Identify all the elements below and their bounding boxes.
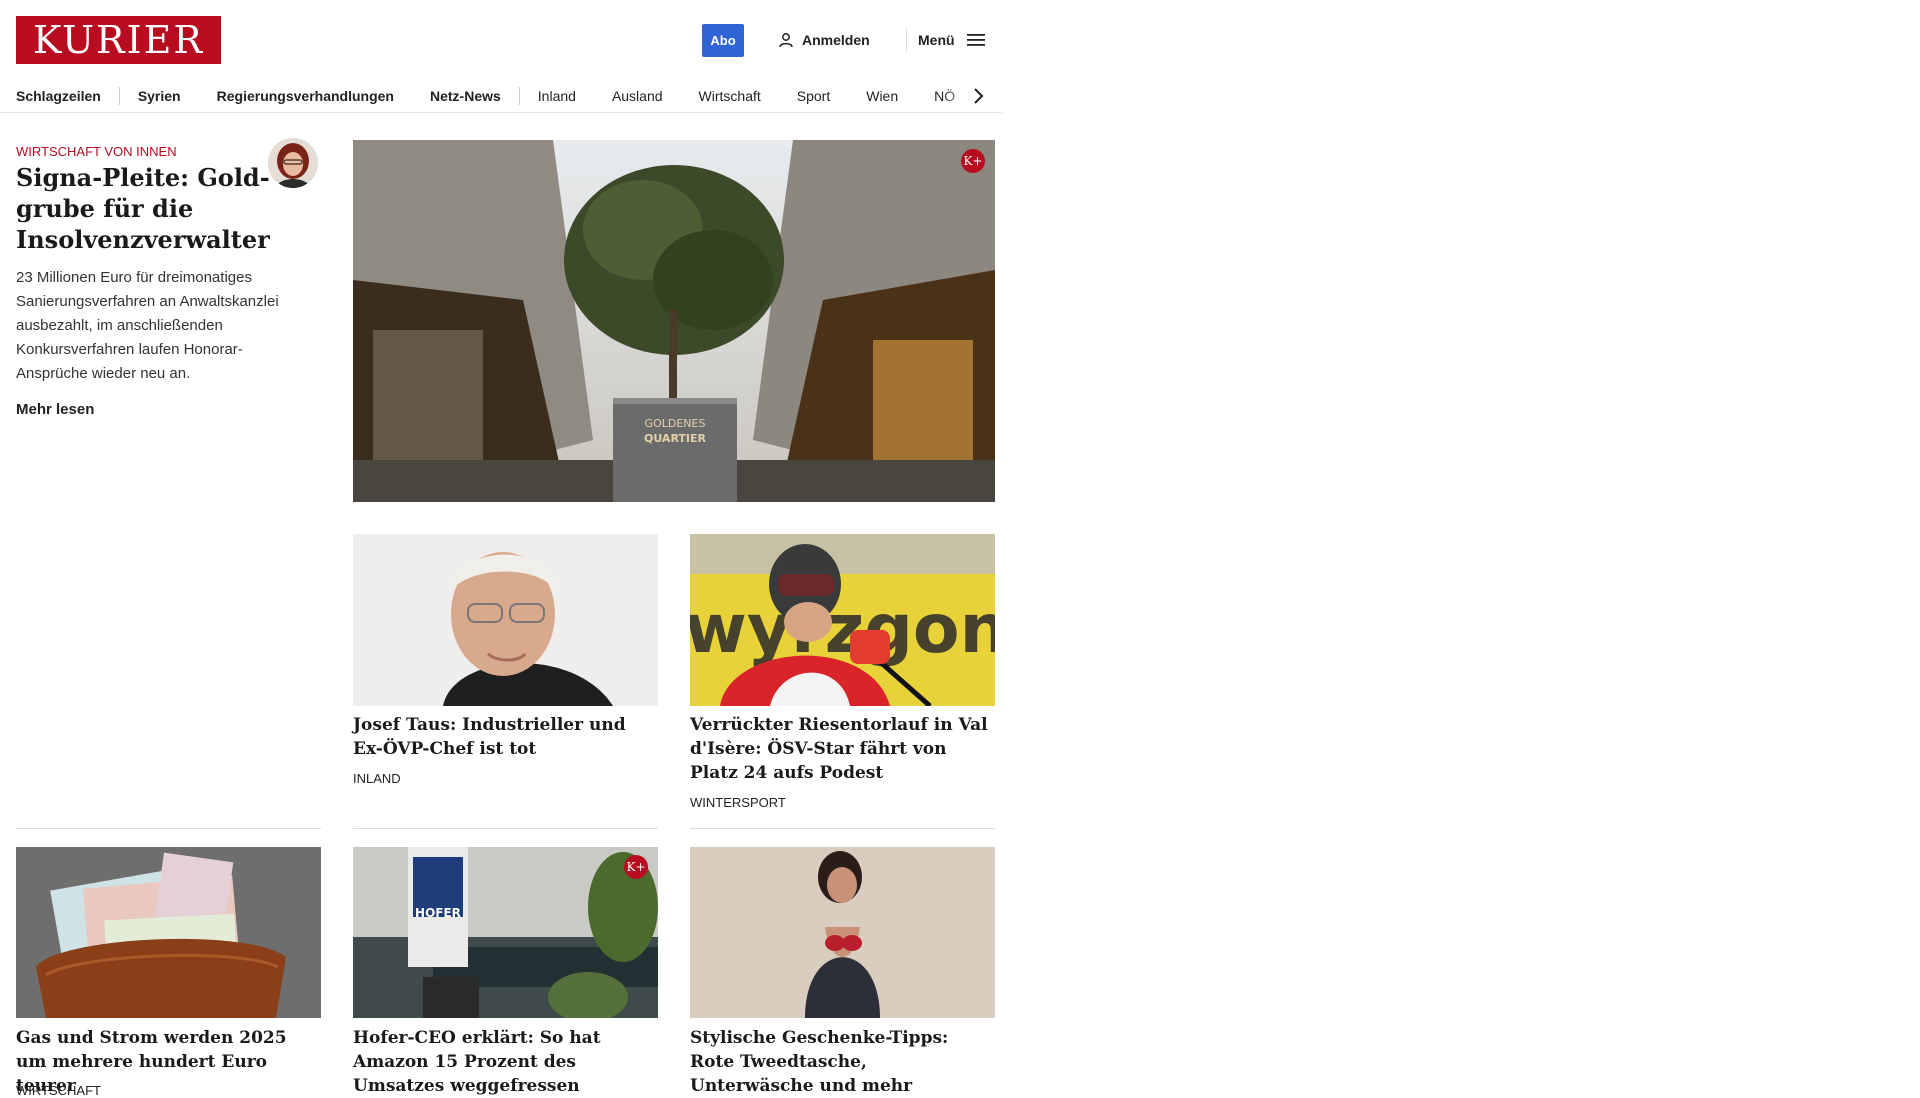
- site-header: KURIER Abo Anmelden Menü: [0, 0, 1002, 80]
- card-image-ski[interactable]: wyrzgonc.: [690, 534, 995, 706]
- login-label: Anmelden: [802, 32, 870, 48]
- row-separator: [16, 828, 321, 829]
- lead-headline[interactable]: Signa-Pleite: Gold-grube für die Insolve…: [16, 162, 276, 255]
- card-category[interactable]: Wirtschaft: [16, 1083, 101, 1098]
- read-more-link[interactable]: Mehr lesen: [16, 401, 94, 418]
- row-separator: [690, 828, 995, 829]
- card-image-hofer[interactable]: HOFER K+: [353, 847, 658, 1018]
- card-category[interactable]: Inland: [353, 771, 401, 786]
- store-photo: HOFER: [353, 847, 658, 1018]
- image-text-line-1: GOLDENES: [645, 417, 706, 430]
- hamburger-icon: [966, 34, 985, 46]
- card-headline-ski[interactable]: Verrückter Riesentorlauf in Val d'Isère:…: [690, 713, 995, 785]
- card-image-gifts[interactable]: [690, 847, 995, 1018]
- nav-item-sport[interactable]: Sport: [779, 87, 848, 105]
- card-headline-hofer[interactable]: Hofer-CEO erklärt: So hat Amazon 15 Proz…: [353, 1026, 658, 1098]
- chevron-right-icon[interactable]: [968, 86, 988, 106]
- nav-item-schlagzeilen[interactable]: Schlagzeilen: [16, 87, 119, 105]
- nav-item-netz-news[interactable]: Netz-News: [412, 87, 519, 105]
- lead-photo: GOLDENES QUARTIER: [353, 140, 995, 502]
- nav-item-syrien[interactable]: Syrien: [120, 87, 199, 105]
- lead-image[interactable]: GOLDENES QUARTIER K+: [353, 140, 995, 502]
- card-headline-gifts[interactable]: Stylische Geschenke-Tipps: Rote Tweedtas…: [690, 1026, 995, 1098]
- kplus-badge: K+: [624, 855, 648, 879]
- nav-item-wirtschaft[interactable]: Wirtschaft: [681, 87, 779, 105]
- topic-nav: Schlagzeilen Syrien Regierungsverhandlun…: [0, 80, 1002, 113]
- menu-button[interactable]: Menü: [918, 28, 985, 52]
- portrait-photo: [353, 534, 658, 706]
- card-headline-taus[interactable]: Josef Taus: Industrieller und Ex-ÖVP-Che…: [353, 713, 653, 761]
- topic-nav-list: Schlagzeilen Syrien Regierungsverhandlun…: [16, 80, 973, 112]
- nav-item-wien[interactable]: Wien: [848, 87, 916, 105]
- skier-photo: wyrzgonc.: [690, 534, 995, 706]
- nav-item-regierungsverhandlungen[interactable]: Regierungsverhandlungen: [199, 87, 412, 105]
- card-image-wallet[interactable]: [16, 847, 321, 1018]
- card-category[interactable]: Wintersport: [690, 795, 786, 810]
- nav-item-ausland[interactable]: Ausland: [594, 87, 681, 105]
- header-divider: [906, 28, 907, 52]
- wallet-photo: [16, 847, 321, 1018]
- lead-summary: 23 Millionen Euro für dreimonatiges Sani…: [16, 269, 279, 382]
- store-sign-text: HOFER: [415, 906, 461, 920]
- user-icon: [779, 33, 793, 48]
- banner-text: wyrzgonc.: [690, 590, 995, 669]
- menu-label: Menü: [918, 32, 955, 48]
- fashion-photo: [690, 847, 995, 1018]
- image-text-line-2: QUARTIER: [644, 432, 707, 445]
- row-separator: [353, 828, 658, 829]
- kurier-logo[interactable]: KURIER: [16, 16, 221, 64]
- login-button[interactable]: Anmelden: [778, 28, 870, 52]
- card-image-taus[interactable]: [353, 534, 658, 706]
- page: KURIER Abo Anmelden Menü Schlagzeilen Sy…: [0, 0, 1002, 1098]
- abo-button[interactable]: Abo: [702, 24, 744, 57]
- kplus-badge: K+: [961, 149, 985, 173]
- lead-kicker[interactable]: Wirtschaft von innen: [16, 144, 177, 159]
- nav-item-inland[interactable]: Inland: [520, 87, 594, 105]
